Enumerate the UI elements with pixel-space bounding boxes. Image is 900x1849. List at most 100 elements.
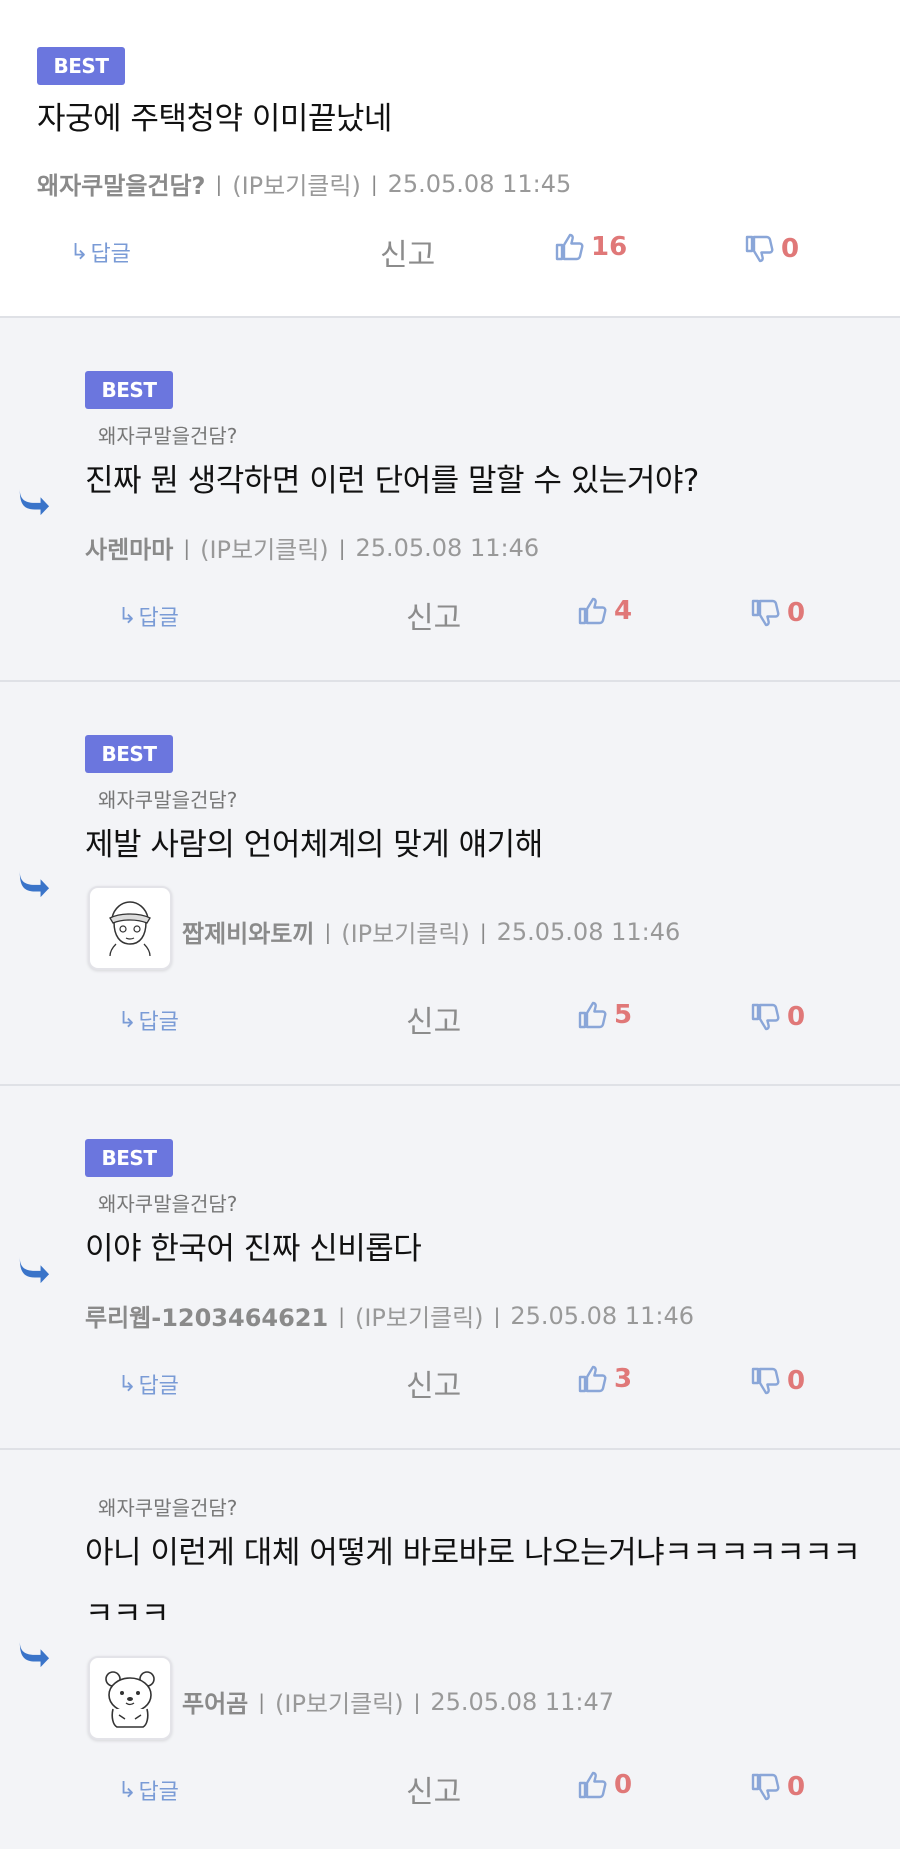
separator: | (215, 171, 223, 196)
like-button[interactable]: 5 (576, 999, 632, 1031)
ip-link[interactable]: (IP보기클릭) (341, 914, 470, 949)
reply-label: 답글 (138, 1374, 179, 1399)
like-count: 5 (614, 1000, 633, 1030)
sketch-character-icon (109, 901, 151, 957)
avatar[interactable] (88, 886, 172, 970)
reply-button[interactable]: ↳ 답글 (118, 1004, 179, 1036)
timestamp: 25.05.08 11:46 (355, 533, 540, 562)
separator: | (413, 1689, 421, 1714)
reply-small-arrow-icon: ↳ (70, 239, 89, 265)
comment-item: BEST 자궁에 주택청약 이미끝났네 왜자쿠말을건담? | (IP보기클릭) … (0, 0, 900, 318)
separator: | (338, 535, 346, 560)
best-badge: BEST (85, 371, 173, 409)
thumbs-down-icon (749, 1771, 781, 1803)
reply-small-arrow-icon: ↳ (118, 1777, 137, 1803)
comment-meta: 왜자쿠말을건담? | (IP보기클릭) | 25.05.08 11:45 (37, 166, 571, 201)
dislike-count: 0 (787, 1772, 806, 1802)
report-button[interactable]: 신고 (406, 997, 461, 1041)
separator: | (258, 1689, 265, 1714)
comment-text: 아니 이런게 대체 어떻게 바로바로 나오는거냐ㅋㅋㅋㅋㅋㅋㅋ ㅋㅋㅋ (85, 1530, 875, 1637)
report-button[interactable]: 신고 (380, 230, 435, 274)
separator: | (493, 1303, 501, 1328)
author-name[interactable]: 푸어곰 (182, 1684, 248, 1719)
like-button[interactable]: 0 (576, 1769, 632, 1801)
like-button[interactable]: 3 (576, 1363, 632, 1395)
separator: | (324, 919, 332, 944)
reply-button[interactable]: ↳ 답글 (118, 600, 179, 632)
thumbs-down-icon (743, 233, 775, 265)
reply-to-author: 왜자쿠말을건담? (98, 1192, 238, 1216)
dislike-button[interactable]: 0 (743, 233, 799, 265)
reply-label: 답글 (90, 242, 131, 267)
ip-link[interactable]: (IP보기클릭) (355, 1298, 484, 1333)
reply-indent-arrow-icon (16, 486, 50, 516)
best-badge: BEST (37, 47, 125, 85)
dislike-button[interactable]: 0 (749, 1365, 805, 1397)
report-button[interactable]: 신고 (406, 1361, 461, 1405)
report-button[interactable]: 신고 (406, 1767, 461, 1811)
author-name[interactable]: 루리웹-1203464621 (85, 1298, 328, 1333)
like-count: 4 (614, 596, 633, 626)
like-button[interactable]: 16 (553, 231, 627, 263)
like-button[interactable]: 4 (576, 595, 632, 627)
dislike-count: 0 (787, 598, 806, 628)
comment-meta: 루리웹-1203464621 | (IP보기클릭) | 25.05.08 11:… (85, 1298, 694, 1333)
report-button[interactable]: 신고 (406, 593, 461, 637)
thumbs-up-icon (553, 231, 585, 263)
reply-small-arrow-icon: ↳ (118, 1007, 137, 1033)
reply-button[interactable]: ↳ 답글 (118, 1774, 179, 1806)
best-badge: BEST (85, 735, 173, 773)
timestamp: 25.05.08 11:46 (510, 1301, 694, 1330)
bear-icon (105, 1671, 155, 1728)
ip-link[interactable]: (IP보기클릭) (200, 530, 329, 565)
dislike-count: 0 (787, 1002, 806, 1032)
separator: | (370, 171, 378, 196)
reply-label: 답글 (138, 1010, 179, 1035)
comment-meta: 짭제비와토끼 | (IP보기클릭) | 25.05.08 11:46 (182, 914, 680, 949)
reply-label: 답글 (138, 606, 179, 631)
comment-text: 자궁에 주택청약 이미끝났네 (37, 101, 392, 137)
reply-indent-arrow-icon (16, 1638, 50, 1668)
separator: | (183, 535, 191, 560)
comment-meta: 푸어곰 | (IP보기클릭) | 25.05.08 11:47 (182, 1684, 614, 1719)
thumbs-up-icon (576, 999, 608, 1031)
dislike-count: 0 (787, 1366, 806, 1396)
ip-link[interactable]: (IP보기클릭) (275, 1684, 404, 1719)
comment-text: 진짜 뭔 생각하면 이런 단어를 말할 수 있는거야? (85, 463, 699, 499)
thumbs-up-icon (576, 1769, 608, 1801)
dislike-count: 0 (781, 234, 800, 264)
comment-text: 제발 사람의 언어체계의 맞게 얘기해 (85, 827, 543, 863)
author-name[interactable]: 왜자쿠말을건담? (37, 166, 205, 201)
reply-indent-arrow-icon (16, 868, 50, 898)
thumbs-down-icon (749, 1365, 781, 1397)
avatar[interactable] (88, 1656, 172, 1740)
reply-button[interactable]: ↳ 답글 (70, 236, 131, 268)
dislike-button[interactable]: 0 (749, 1001, 805, 1033)
like-count: 16 (591, 232, 628, 262)
comment-text-line: 아니 이런게 대체 어떻게 바로바로 나오는거냐ㅋㅋㅋㅋㅋㅋㅋ (85, 1535, 861, 1571)
dislike-button[interactable]: 0 (749, 597, 805, 629)
comment-meta: 사렌마마 | (IP보기클릭) | 25.05.08 11:46 (85, 530, 539, 565)
like-count: 3 (614, 1364, 633, 1394)
reply-comment-item: BEST 왜자쿠말을건담? 진짜 뭔 생각하면 이런 단어를 말할 수 있는거야… (0, 318, 900, 682)
best-badge: BEST (85, 1139, 173, 1177)
thumbs-down-icon (749, 1001, 781, 1033)
reply-small-arrow-icon: ↳ (118, 603, 137, 629)
thumbs-up-icon (576, 1363, 608, 1395)
like-count: 0 (614, 1770, 633, 1800)
reply-comment-item: BEST 왜자쿠말을건담? 제발 사람의 언어체계의 맞게 얘기해 짭제비와토끼… (0, 682, 900, 1086)
thumbs-down-icon (749, 597, 781, 629)
reply-to-author: 왜자쿠말을건담? (98, 788, 238, 812)
reply-comment-item: 왜자쿠말을건담? 아니 이런게 대체 어떻게 바로바로 나오는거냐ㅋㅋㅋㅋㅋㅋㅋ… (0, 1450, 900, 1849)
ip-link[interactable]: (IP보기클릭) (232, 166, 361, 201)
separator: | (338, 1303, 345, 1328)
author-name[interactable]: 짭제비와토끼 (182, 914, 314, 949)
reply-to-author: 왜자쿠말을건담? (98, 1496, 238, 1520)
reply-small-arrow-icon: ↳ (118, 1371, 137, 1397)
comment-text: 이야 한국어 진짜 신비롭다 (85, 1231, 422, 1267)
reply-button[interactable]: ↳ 답글 (118, 1368, 179, 1400)
dislike-button[interactable]: 0 (749, 1771, 805, 1803)
author-name[interactable]: 사렌마마 (85, 530, 173, 565)
timestamp: 25.05.08 11:46 (496, 917, 681, 946)
reply-label: 답글 (138, 1780, 179, 1805)
